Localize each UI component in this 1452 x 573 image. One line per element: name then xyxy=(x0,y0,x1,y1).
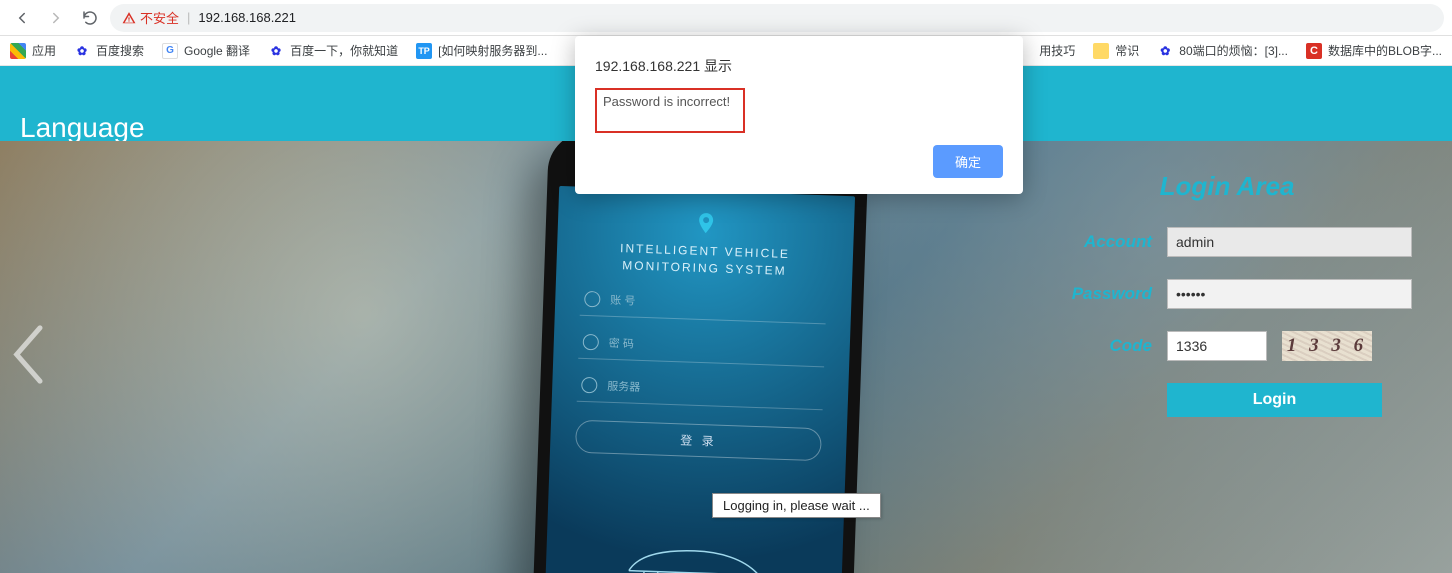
captcha-image[interactable]: 1 3 3 6 xyxy=(1282,331,1372,361)
location-pin-icon xyxy=(694,211,719,236)
google-icon: G xyxy=(162,43,178,59)
apps-shortcut[interactable]: 应用 xyxy=(10,42,56,59)
alert-dialog: 192.168.168.221 显示 Password is incorrect… xyxy=(575,36,1023,194)
address-bar[interactable]: 不安全 | 192.168.168.221 xyxy=(110,4,1444,32)
apps-label: 应用 xyxy=(32,42,56,59)
back-button[interactable] xyxy=(8,4,36,32)
insecure-label: 不安全 xyxy=(140,8,179,27)
folder-icon xyxy=(1093,43,1109,59)
alert-ok-button[interactable]: 确定 xyxy=(933,145,1003,178)
baidu-icon: ✿ xyxy=(74,43,90,59)
browser-toolbar: 不安全 | 192.168.168.221 xyxy=(0,0,1452,36)
bookmark-item[interactable]: GGoogle 翻译 xyxy=(162,42,250,59)
password-input[interactable] xyxy=(1167,279,1412,309)
lock-icon xyxy=(583,333,600,350)
warning-icon xyxy=(122,11,136,25)
bookmark-item[interactable]: TP[如何映射服务器到... xyxy=(416,42,547,59)
login-title: Login Area xyxy=(1042,171,1412,202)
insecure-badge: 不安全 xyxy=(122,8,179,27)
address-separator: | xyxy=(187,10,190,25)
alert-message: Password is incorrect! xyxy=(603,94,737,109)
bookmark-item[interactable]: 用技巧 xyxy=(1039,42,1075,59)
loading-tooltip: Logging in, please wait ... xyxy=(712,493,881,518)
bookmark-item[interactable]: C数据库中的BLOB字... xyxy=(1306,42,1442,59)
baidu-icon: ✿ xyxy=(1157,43,1173,59)
user-icon xyxy=(584,291,601,308)
alert-title: 192.168.168.221 显示 xyxy=(595,56,1003,76)
alert-message-box: Password is incorrect! xyxy=(595,88,745,133)
site-icon: TP xyxy=(416,43,432,59)
phone-app-title: INTELLIGENT VEHICLE MONITORING SYSTEM xyxy=(581,239,828,281)
server-icon xyxy=(581,376,598,393)
phone-password-field: 密 码 xyxy=(578,325,825,367)
url-text: 192.168.168.221 xyxy=(198,10,296,25)
phone-server-field: 服务器 xyxy=(577,368,824,410)
forward-button[interactable] xyxy=(42,4,70,32)
baidu-icon: ✿ xyxy=(268,43,284,59)
site-icon: C xyxy=(1306,43,1322,59)
bookmark-item[interactable]: 常识 xyxy=(1093,42,1139,59)
bookmark-item[interactable]: ✿80端口的烦恼：[3]... xyxy=(1157,42,1288,59)
bookmark-item[interactable]: ✿百度搜索 xyxy=(74,42,144,59)
password-label: Password xyxy=(1042,284,1152,304)
carousel-prev-button[interactable] xyxy=(10,325,50,390)
code-input[interactable] xyxy=(1167,331,1267,361)
reload-button[interactable] xyxy=(76,4,104,32)
phone-account-field: 账 号 xyxy=(580,282,827,324)
account-input[interactable] xyxy=(1167,227,1412,257)
code-label: Code xyxy=(1042,336,1152,356)
account-label: Account xyxy=(1042,232,1152,252)
bookmark-item[interactable]: ✿百度一下，你就知道 xyxy=(268,42,398,59)
login-button[interactable]: Login xyxy=(1167,383,1382,417)
login-panel: Login Area Account Password Code 1 3 3 6… xyxy=(1042,171,1412,417)
phone-login-button: 登 录 xyxy=(575,419,822,461)
language-selector[interactable]: Language xyxy=(20,112,145,144)
hero-section: INTELLIGENT VEHICLE MONITORING SYSTEM 账 … xyxy=(0,141,1452,573)
apps-icon xyxy=(10,43,26,59)
car-outline-icon xyxy=(623,540,764,573)
